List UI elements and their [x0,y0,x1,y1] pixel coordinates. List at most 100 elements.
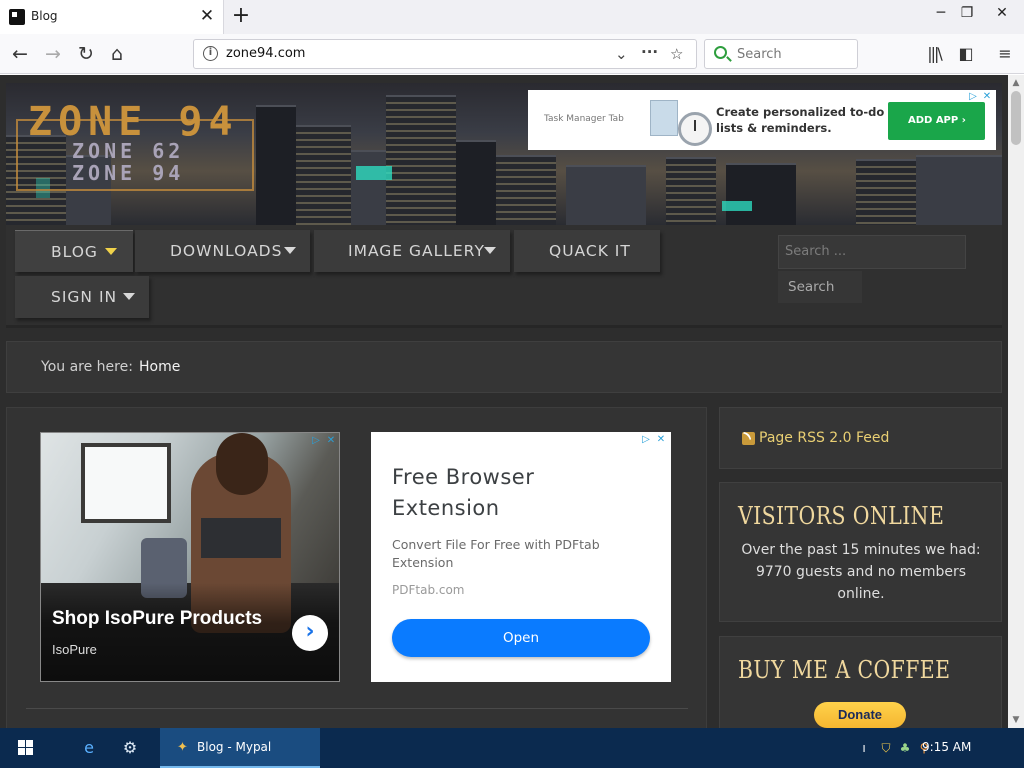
site-search-button[interactable]: Search [778,271,862,303]
ad-close-icon[interactable]: ✕ [655,434,667,446]
scroll-down-icon[interactable]: ▼ [1008,713,1024,727]
window-close-icon[interactable]: ✕ [987,2,1017,24]
internet-explorer-icon[interactable]: e [77,736,101,760]
donate-button[interactable]: Donate [814,702,906,728]
adchoices-icon[interactable]: ▷ [310,435,322,447]
visitors-heading: VISITORS ONLINE [738,502,945,530]
ad-title[interactable]: Shop IsoPure Products [52,608,262,630]
windows-logo-icon [26,740,33,747]
logo-subtitle-2: ZONE 94 [72,161,185,185]
ad-brand: IsoPure [52,642,97,657]
chevron-right-icon[interactable]: › [292,615,328,651]
page-scrollbar[interactable]: ▲ ▼ [1008,75,1024,728]
menu-item-label: DOWNLOADS [170,242,283,260]
banner-building [296,125,351,225]
tab-close-icon[interactable]: ✕ [197,6,217,26]
ad-copy-text: Create personalized to-do lists & remind… [716,105,885,135]
content-divider [26,708,688,709]
forward-icon[interactable]: → [40,41,66,67]
logo-subtitle-1: ZONE 62 [72,139,185,163]
adchoices-icon[interactable]: ▷ [967,91,979,103]
bookmark-star-icon[interactable]: ☆ [670,45,683,63]
banner-building [456,140,496,225]
browser-search-input[interactable]: Search [704,39,858,69]
scroll-up-icon[interactable]: ▲ [1008,76,1024,90]
ad-url: PDFtab.com [392,583,465,597]
taskbar-item-mypal[interactable]: ✦ Blog - Mypal [160,728,320,768]
caret-down-icon [105,248,117,255]
info-icon[interactable]: i [203,46,218,61]
library-icon[interactable]: |||\ [922,42,946,66]
ad-title[interactable]: Free Browser Extension [392,462,642,524]
tray-overflow-icon[interactable]: ı [856,740,872,756]
banner-building [916,155,1002,225]
menu-item-label: SIGN IN [51,288,118,306]
new-tab-icon[interactable]: + [229,4,253,28]
sidebar-icon[interactable]: ◧ [954,42,978,66]
menu-item-downloads[interactable]: DOWNLOADS [135,230,310,272]
web-page: ZONE 94 ZONE 62 ZONE 94 Task Manager Tab… [0,75,1008,728]
settings-icon[interactable]: ⚙ [118,736,142,760]
menu-item-image-gallery[interactable]: IMAGE GALLERY [314,230,510,272]
breadcrumb: You are here: Home [6,341,1002,393]
windows-logo-icon [26,748,33,755]
ad-close-icon[interactable]: ✕ [981,91,993,103]
open-button[interactable]: Open [392,619,650,657]
url-text[interactable]: zone94.com [226,46,305,61]
banner-building [566,165,646,225]
page-actions-icon[interactable]: ··· [641,43,658,61]
menu-item-sign-in[interactable]: SIGN IN [15,276,149,318]
tab-blog[interactable]: Blog ✕ [0,0,224,34]
caret-down-icon [123,293,135,300]
task-manager-ad[interactable]: Task Manager Tab Create personalized to-… [528,90,996,150]
banner-building [666,157,716,225]
start-button[interactable] [0,728,52,768]
network-icon[interactable]: ♣ [897,740,913,756]
windows-logo-icon [18,748,25,755]
banner-building [256,105,296,225]
banner-building [496,155,556,225]
rss-icon [742,432,755,445]
menu-item-blog[interactable]: BLOG [15,230,133,272]
back-icon[interactable]: ← [7,41,33,67]
add-app-button[interactable]: ADD APP › [888,102,985,140]
menu-icon[interactable]: ≡ [993,42,1017,66]
banner-building [856,159,916,225]
isopure-ad[interactable]: ▷ ✕ Shop IsoPure Products IsoPure › [40,432,340,682]
taskbar-clock[interactable]: 9:15 AM [922,740,971,754]
scroll-thumb[interactable] [1011,91,1021,145]
menu-item-label: IMAGE GALLERY [348,242,485,260]
security-shield-icon[interactable]: ⛉ [878,740,894,756]
pdftab-ad[interactable]: ▷ ✕ Free Browser Extension Convert File … [371,432,671,682]
taskbar-item-label: Blog - Mypal [197,740,272,754]
ad-photo-clothing [201,518,281,558]
dropdown-icon[interactable]: ⌄ [615,45,628,63]
maximize-icon[interactable]: ❐ [952,2,982,24]
url-bar[interactable]: i zone94.com ⌄ ··· ☆ [193,39,697,69]
adchoices-icon[interactable]: ▷ [640,434,652,446]
site-search-input[interactable]: Search ... [778,235,966,269]
ad-close-icon[interactable]: ✕ [325,435,337,447]
caret-down-icon [484,247,496,254]
menu-item-quack-it[interactable]: QUACK IT [514,230,660,272]
tab-strip: Blog ✕ + ─ ❐ ✕ [0,0,1024,34]
windows-logo-icon [18,740,25,747]
home-icon[interactable]: ⌂ [104,41,130,67]
ad-photo-window [81,443,171,523]
coffee-heading: BUY ME A COFFEE [738,656,951,684]
search-icon [714,46,727,59]
visitors-text: Over the past 15 minutes we had: 9770 gu… [741,542,981,602]
reload-icon[interactable]: ↻ [73,41,99,67]
mypal-icon: ✦ [177,740,188,755]
ad-clock-graphic [678,112,712,146]
breadcrumb-home-link[interactable]: Home [139,359,180,375]
banner-building [386,95,456,225]
menu-item-label: BLOG [51,243,98,261]
caret-down-icon [284,247,296,254]
banner-building [351,150,386,225]
taskbar: e ⚙ ✦ Blog - Mypal ı ⛉ ♣ ⚲ 9:15 AM [0,728,1024,768]
ad-notepad-graphic [650,100,678,136]
site-favicon-icon [9,9,25,25]
rss-feed-link[interactable]: Page RSS 2.0 Feed [759,430,889,446]
banner-light [356,166,392,180]
